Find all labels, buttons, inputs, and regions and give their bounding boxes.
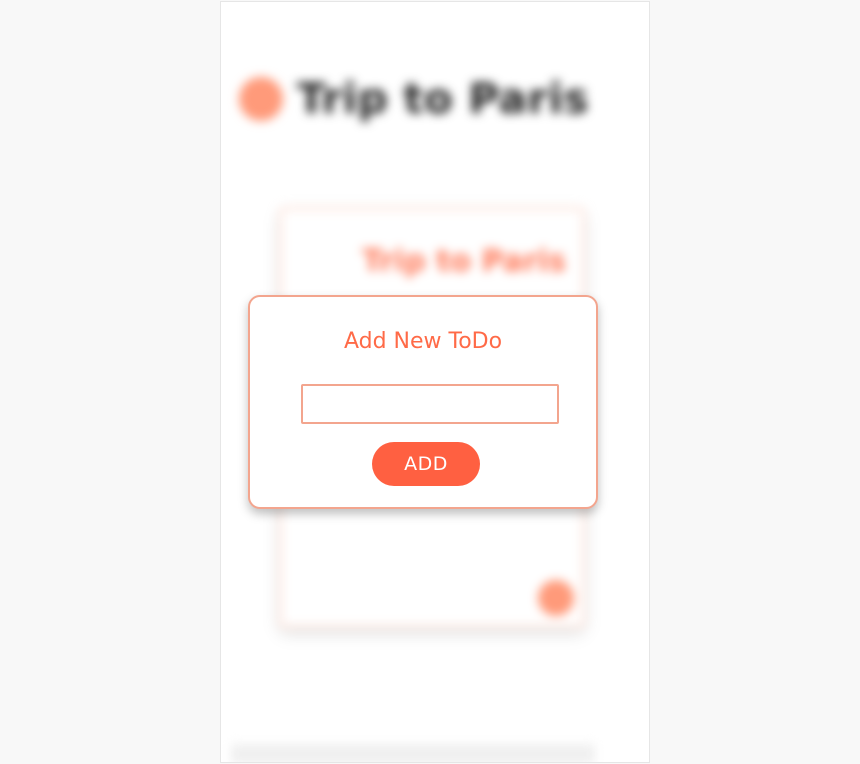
add-button[interactable]: ADD — [372, 442, 480, 486]
list-header: Trip to Paris — [239, 74, 589, 123]
dialog-title: Add New ToDo — [343, 329, 503, 354]
add-todo-dialog: Add New ToDo ADD — [248, 295, 598, 509]
list-color-dot-icon — [239, 76, 283, 121]
list-title: Trip to Paris — [297, 74, 589, 123]
todo-card-title: Trip to Paris — [362, 244, 566, 279]
todo-input[interactable] — [301, 384, 559, 424]
bottom-bar — [231, 744, 595, 762]
add-todo-fab-icon — [538, 580, 574, 616]
